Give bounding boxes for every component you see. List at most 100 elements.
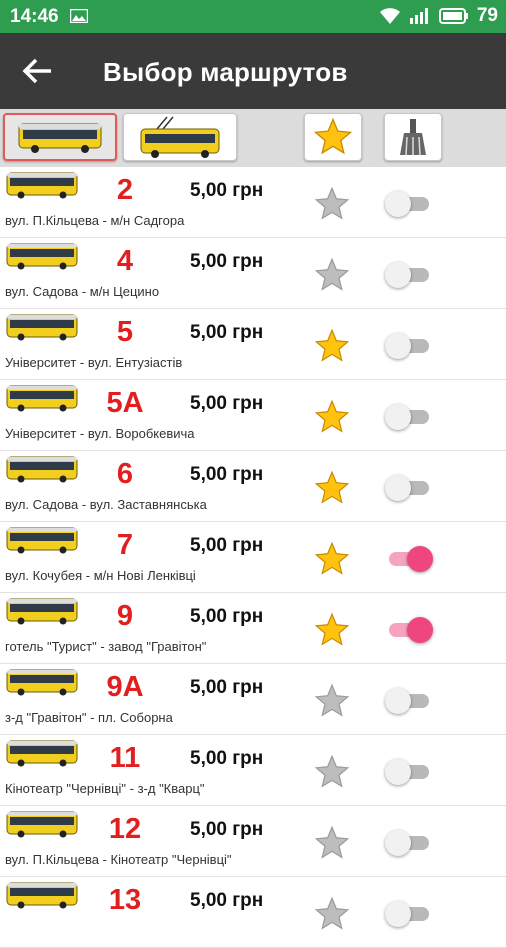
route-price: 5,00 грн	[190, 535, 264, 556]
tab-bus[interactable]	[3, 113, 117, 161]
bus-icon	[6, 811, 78, 838]
star-filled-icon[interactable]	[314, 541, 350, 577]
route-description: вул. П.Кільцева - Кінотеатр "Чернівці"	[5, 852, 232, 867]
bus-icon	[6, 598, 78, 625]
route-row[interactable]: 5 5,00 грн Університет - вул. Ентузіастів	[0, 309, 506, 380]
star-empty-icon[interactable]	[314, 683, 350, 719]
toggle-thumb	[385, 333, 411, 359]
wifi-icon	[379, 8, 400, 24]
route-description: вул. П.Кільцева - м/н Садгора	[5, 213, 185, 228]
star-empty-icon[interactable]	[314, 754, 350, 790]
route-toggle[interactable]	[385, 262, 431, 288]
route-description: готель "Турист" - завод "Гравітон"	[5, 639, 207, 654]
route-number: 5A	[106, 387, 144, 419]
route-row[interactable]: 12 5,00 грн вул. П.Кільцева - Кінотеатр "Ч…	[0, 806, 506, 877]
route-toggle[interactable]	[385, 333, 431, 359]
bus-icon	[6, 740, 78, 767]
route-price: 5,00 грн	[190, 748, 264, 769]
route-row[interactable]: 7 5,00 грн вул. Кочубея - м/н Нові Ленківц…	[0, 522, 506, 593]
route-toggle[interactable]	[385, 759, 431, 785]
transport-tab-bar	[0, 109, 506, 167]
star-filled-icon[interactable]	[314, 399, 350, 435]
bus-icon	[6, 385, 78, 412]
toggle-thumb	[385, 759, 411, 785]
route-price: 5,00 грн	[190, 251, 264, 272]
route-row[interactable]: 13 5,00 грн	[0, 877, 506, 948]
bus-icon	[6, 172, 78, 199]
star-filled-icon[interactable]	[314, 470, 350, 506]
route-number: 9A	[106, 671, 144, 703]
toggle-thumb	[385, 262, 411, 288]
route-row[interactable]: 11 5,00 грн Кінотеатр "Чернівці" - з-д "Кв…	[0, 735, 506, 806]
route-number: 11	[109, 742, 141, 774]
route-price: 5,00 грн	[190, 890, 264, 911]
route-description: Університет - вул. Воробкевича	[5, 426, 195, 441]
tab-favorites[interactable]	[304, 113, 362, 161]
bus-icon	[6, 882, 78, 909]
route-description: Кінотеатр "Чернівці" - з-д "Кварц"	[5, 781, 205, 796]
route-toggle[interactable]	[385, 404, 431, 430]
route-price: 5,00 грн	[190, 606, 264, 627]
toggle-thumb	[385, 404, 411, 430]
back-button[interactable]	[18, 53, 58, 89]
status-time: 14:46	[10, 6, 59, 27]
route-toggle[interactable]	[385, 901, 431, 927]
route-toggle[interactable]	[385, 475, 431, 501]
route-number: 7	[116, 529, 134, 561]
star-icon	[313, 117, 353, 155]
battery-level: 79	[476, 5, 498, 26]
star-filled-icon[interactable]	[314, 328, 350, 364]
route-toggle[interactable]	[385, 617, 433, 643]
route-toggle[interactable]	[385, 830, 431, 856]
route-number: 4	[116, 245, 134, 277]
bus-icon	[6, 314, 78, 341]
route-row[interactable]: 4 5,00 грн вул. Садова - м/н Цецино	[0, 238, 506, 309]
route-number: 5	[116, 316, 134, 348]
route-number: 12	[108, 813, 142, 845]
tab-trolleybus[interactable]	[123, 113, 237, 161]
status-bar: 14:46 79	[0, 0, 506, 33]
toggle-thumb	[407, 617, 433, 643]
page-title: Выбор маршрутов	[103, 57, 348, 87]
bus-icon	[18, 123, 102, 153]
route-number: 2	[116, 174, 134, 206]
signal-icon	[409, 8, 428, 24]
route-description: вул. Кочубея - м/н Нові Ленківці	[5, 568, 196, 583]
route-description: вул. Садова - вул. Заставнянська	[5, 497, 207, 512]
route-toggle[interactable]	[385, 546, 433, 572]
bus-icon	[6, 243, 78, 270]
toggle-thumb	[385, 901, 411, 927]
route-price: 5,00 грн	[190, 819, 264, 840]
app-bar: Выбор маршрутов	[0, 33, 506, 109]
toggle-thumb	[385, 830, 411, 856]
route-number: 6	[116, 458, 134, 490]
route-row[interactable]: 2 5,00 грн вул. П.Кільцева - м/н Садгора	[0, 167, 506, 238]
route-price: 5,00 грн	[190, 677, 264, 698]
route-row[interactable]: 9A 5,00 грн з-д "Гравітон" - пл. Соборна	[0, 664, 506, 735]
route-toggle[interactable]	[385, 688, 431, 714]
tab-clear[interactable]	[384, 113, 442, 161]
star-empty-icon[interactable]	[314, 257, 350, 293]
route-price: 5,00 грн	[190, 464, 264, 485]
star-filled-icon[interactable]	[314, 612, 350, 648]
star-empty-icon[interactable]	[314, 825, 350, 861]
star-empty-icon[interactable]	[314, 896, 350, 932]
route-toggle[interactable]	[385, 191, 431, 217]
bus-icon	[6, 669, 78, 696]
route-description: з-д "Гравітон" - пл. Соборна	[5, 710, 173, 725]
route-description: Університет - вул. Ентузіастів	[5, 355, 183, 370]
route-row[interactable]: 5A 5,00 грн Університет - вул. Воробкевича	[0, 380, 506, 451]
toggle-thumb	[407, 546, 433, 572]
route-price: 5,00 грн	[190, 180, 264, 201]
route-row[interactable]: 9 5,00 грн готель "Турист" - завод "Гравіт…	[0, 593, 506, 664]
route-list: 2 5,00 грн вул. П.Кільцева - м/н Садгора 4 5…	[0, 167, 506, 948]
trolleybus-icon	[140, 116, 220, 158]
bus-icon	[6, 456, 78, 483]
route-row[interactable]: 6 5,00 грн вул. Садова - вул. Заставнянськ…	[0, 451, 506, 522]
route-description: вул. Садова - м/н Цецино	[5, 284, 160, 299]
toggle-thumb	[385, 191, 411, 217]
broom-icon	[400, 119, 426, 156]
toggle-thumb	[385, 475, 411, 501]
star-empty-icon[interactable]	[314, 186, 350, 222]
route-number: 9	[116, 600, 134, 632]
